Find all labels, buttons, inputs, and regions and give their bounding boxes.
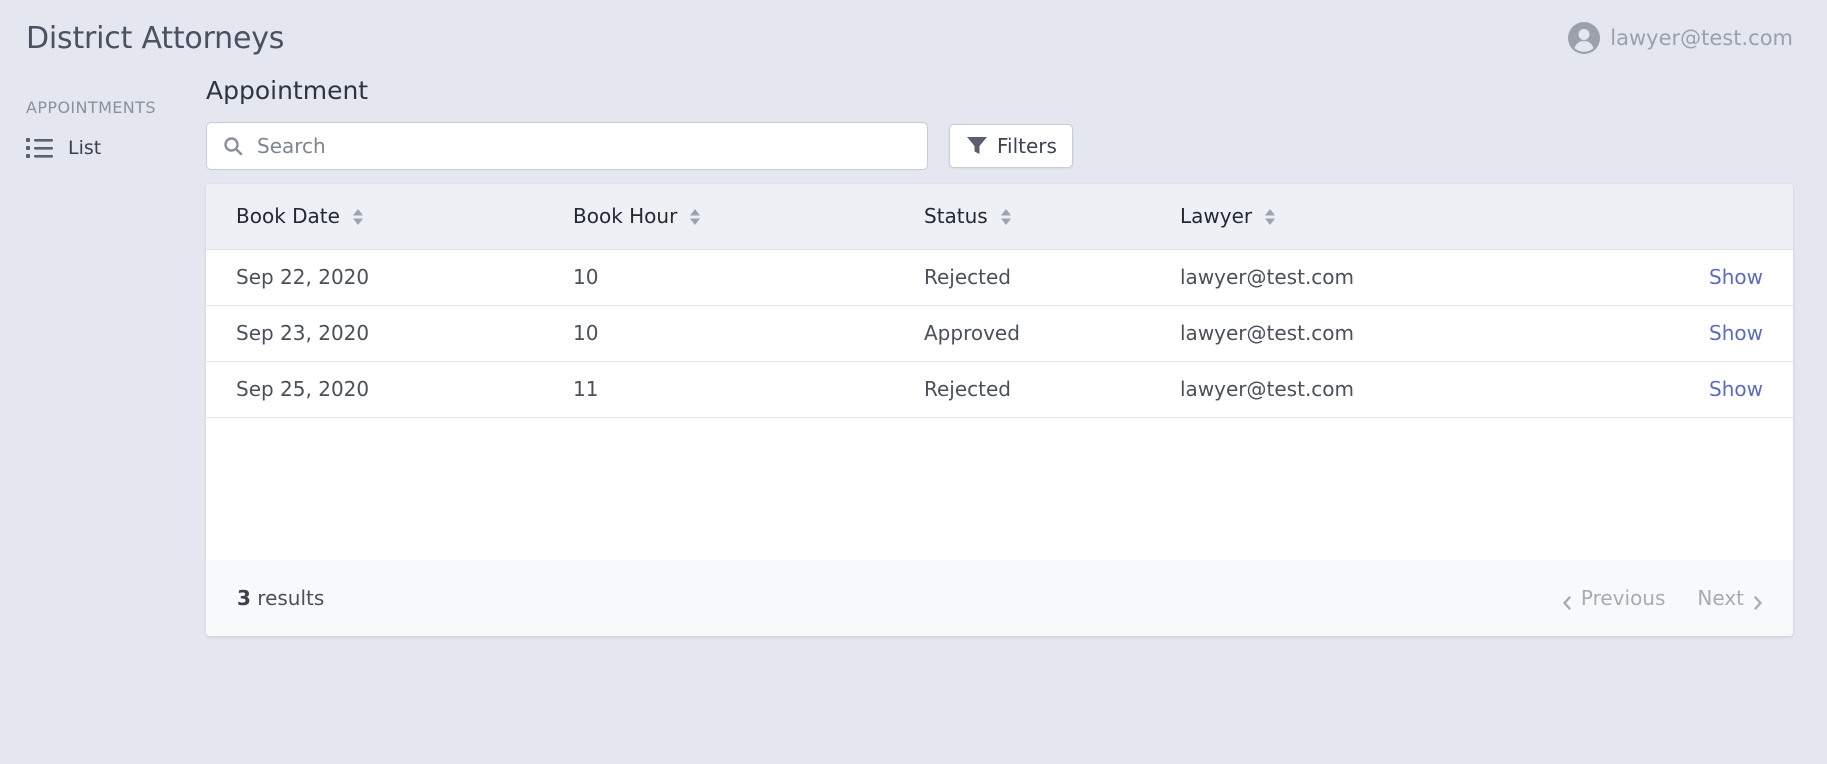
cell-actions: Show <box>1633 249 1793 306</box>
cell-book-date: Sep 23, 2020 <box>206 305 573 362</box>
search-box[interactable] <box>206 122 928 170</box>
sidebar-item-label: List <box>68 137 102 159</box>
search-input[interactable] <box>257 134 877 158</box>
column-header-actions <box>1633 184 1793 250</box>
cell-status: Approved <box>924 305 1180 362</box>
next-label: Next <box>1697 585 1744 610</box>
filter-icon <box>966 136 988 156</box>
results-label: results <box>257 585 325 610</box>
cell-status: Rejected <box>924 249 1180 306</box>
chevron-right-icon <box>1753 591 1763 610</box>
page-title: Appointment <box>206 76 369 105</box>
column-header-status[interactable]: Status <box>924 184 1180 250</box>
sidebar-item-list[interactable]: List <box>26 137 176 159</box>
appointments-table: Book Date Book Hour Status Lawyer Sep 22… <box>206 184 1793 418</box>
show-link[interactable]: Show <box>1709 377 1763 401</box>
table-row: Sep 23, 2020 10 Approved lawyer@test.com… <box>206 305 1793 362</box>
cell-actions: Show <box>1633 361 1793 418</box>
column-header-book-date[interactable]: Book Date <box>206 184 573 250</box>
main-content: Appointment Filters <box>206 76 1793 636</box>
pagination: Previous Next <box>1562 586 1763 610</box>
cell-actions: Show <box>1633 305 1793 362</box>
results-number: 3 <box>237 585 251 610</box>
table-row: Sep 22, 2020 10 Rejected lawyer@test.com… <box>206 249 1793 306</box>
cell-book-date: Sep 25, 2020 <box>206 361 573 418</box>
show-link[interactable]: Show <box>1709 321 1763 345</box>
user-menu[interactable]: lawyer@test.com <box>1568 22 1793 54</box>
table-footer: 3 results Previous Next <box>206 559 1793 636</box>
cell-book-hour: 11 <box>573 361 924 418</box>
user-circle-icon <box>1568 22 1601 54</box>
cell-lawyer: lawyer@test.com <box>1180 249 1633 306</box>
filters-button[interactable]: Filters <box>949 124 1073 168</box>
list-icon <box>26 137 54 159</box>
cell-lawyer: lawyer@test.com <box>1180 361 1633 418</box>
toolbar: Filters <box>206 122 1793 170</box>
sidebar: APPOINTMENTS List <box>26 98 176 159</box>
appointments-table-card: Book Date Book Hour Status Lawyer Sep 22… <box>206 184 1793 636</box>
sort-icon <box>352 207 364 226</box>
cell-book-hour: 10 <box>573 249 924 306</box>
results-count: 3 results <box>237 586 324 610</box>
search-icon <box>223 136 243 156</box>
table-empty-space <box>206 418 1793 560</box>
sort-icon <box>1000 207 1012 226</box>
user-email: lawyer@test.com <box>1610 26 1793 50</box>
cell-lawyer: lawyer@test.com <box>1180 305 1633 362</box>
column-header-book-hour[interactable]: Book Hour <box>573 184 924 250</box>
filters-label: Filters <box>997 134 1057 158</box>
next-button[interactable]: Next <box>1697 586 1763 610</box>
previous-label: Previous <box>1580 585 1666 610</box>
cell-status: Rejected <box>924 361 1180 418</box>
chevron-left-icon <box>1562 591 1572 610</box>
sort-icon <box>1264 207 1276 226</box>
show-link[interactable]: Show <box>1709 265 1763 289</box>
sidebar-section-appointments: APPOINTMENTS <box>26 98 156 117</box>
app-title: District Attorneys <box>26 21 285 56</box>
previous-button[interactable]: Previous <box>1562 585 1666 610</box>
cell-book-date: Sep 22, 2020 <box>206 249 573 306</box>
cell-book-hour: 10 <box>573 305 924 362</box>
table-row: Sep 25, 2020 11 Rejected lawyer@test.com… <box>206 361 1793 418</box>
column-header-lawyer[interactable]: Lawyer <box>1180 184 1633 250</box>
sort-icon <box>689 207 701 226</box>
table-header-row: Book Date Book Hour Status Lawyer <box>206 184 1793 250</box>
